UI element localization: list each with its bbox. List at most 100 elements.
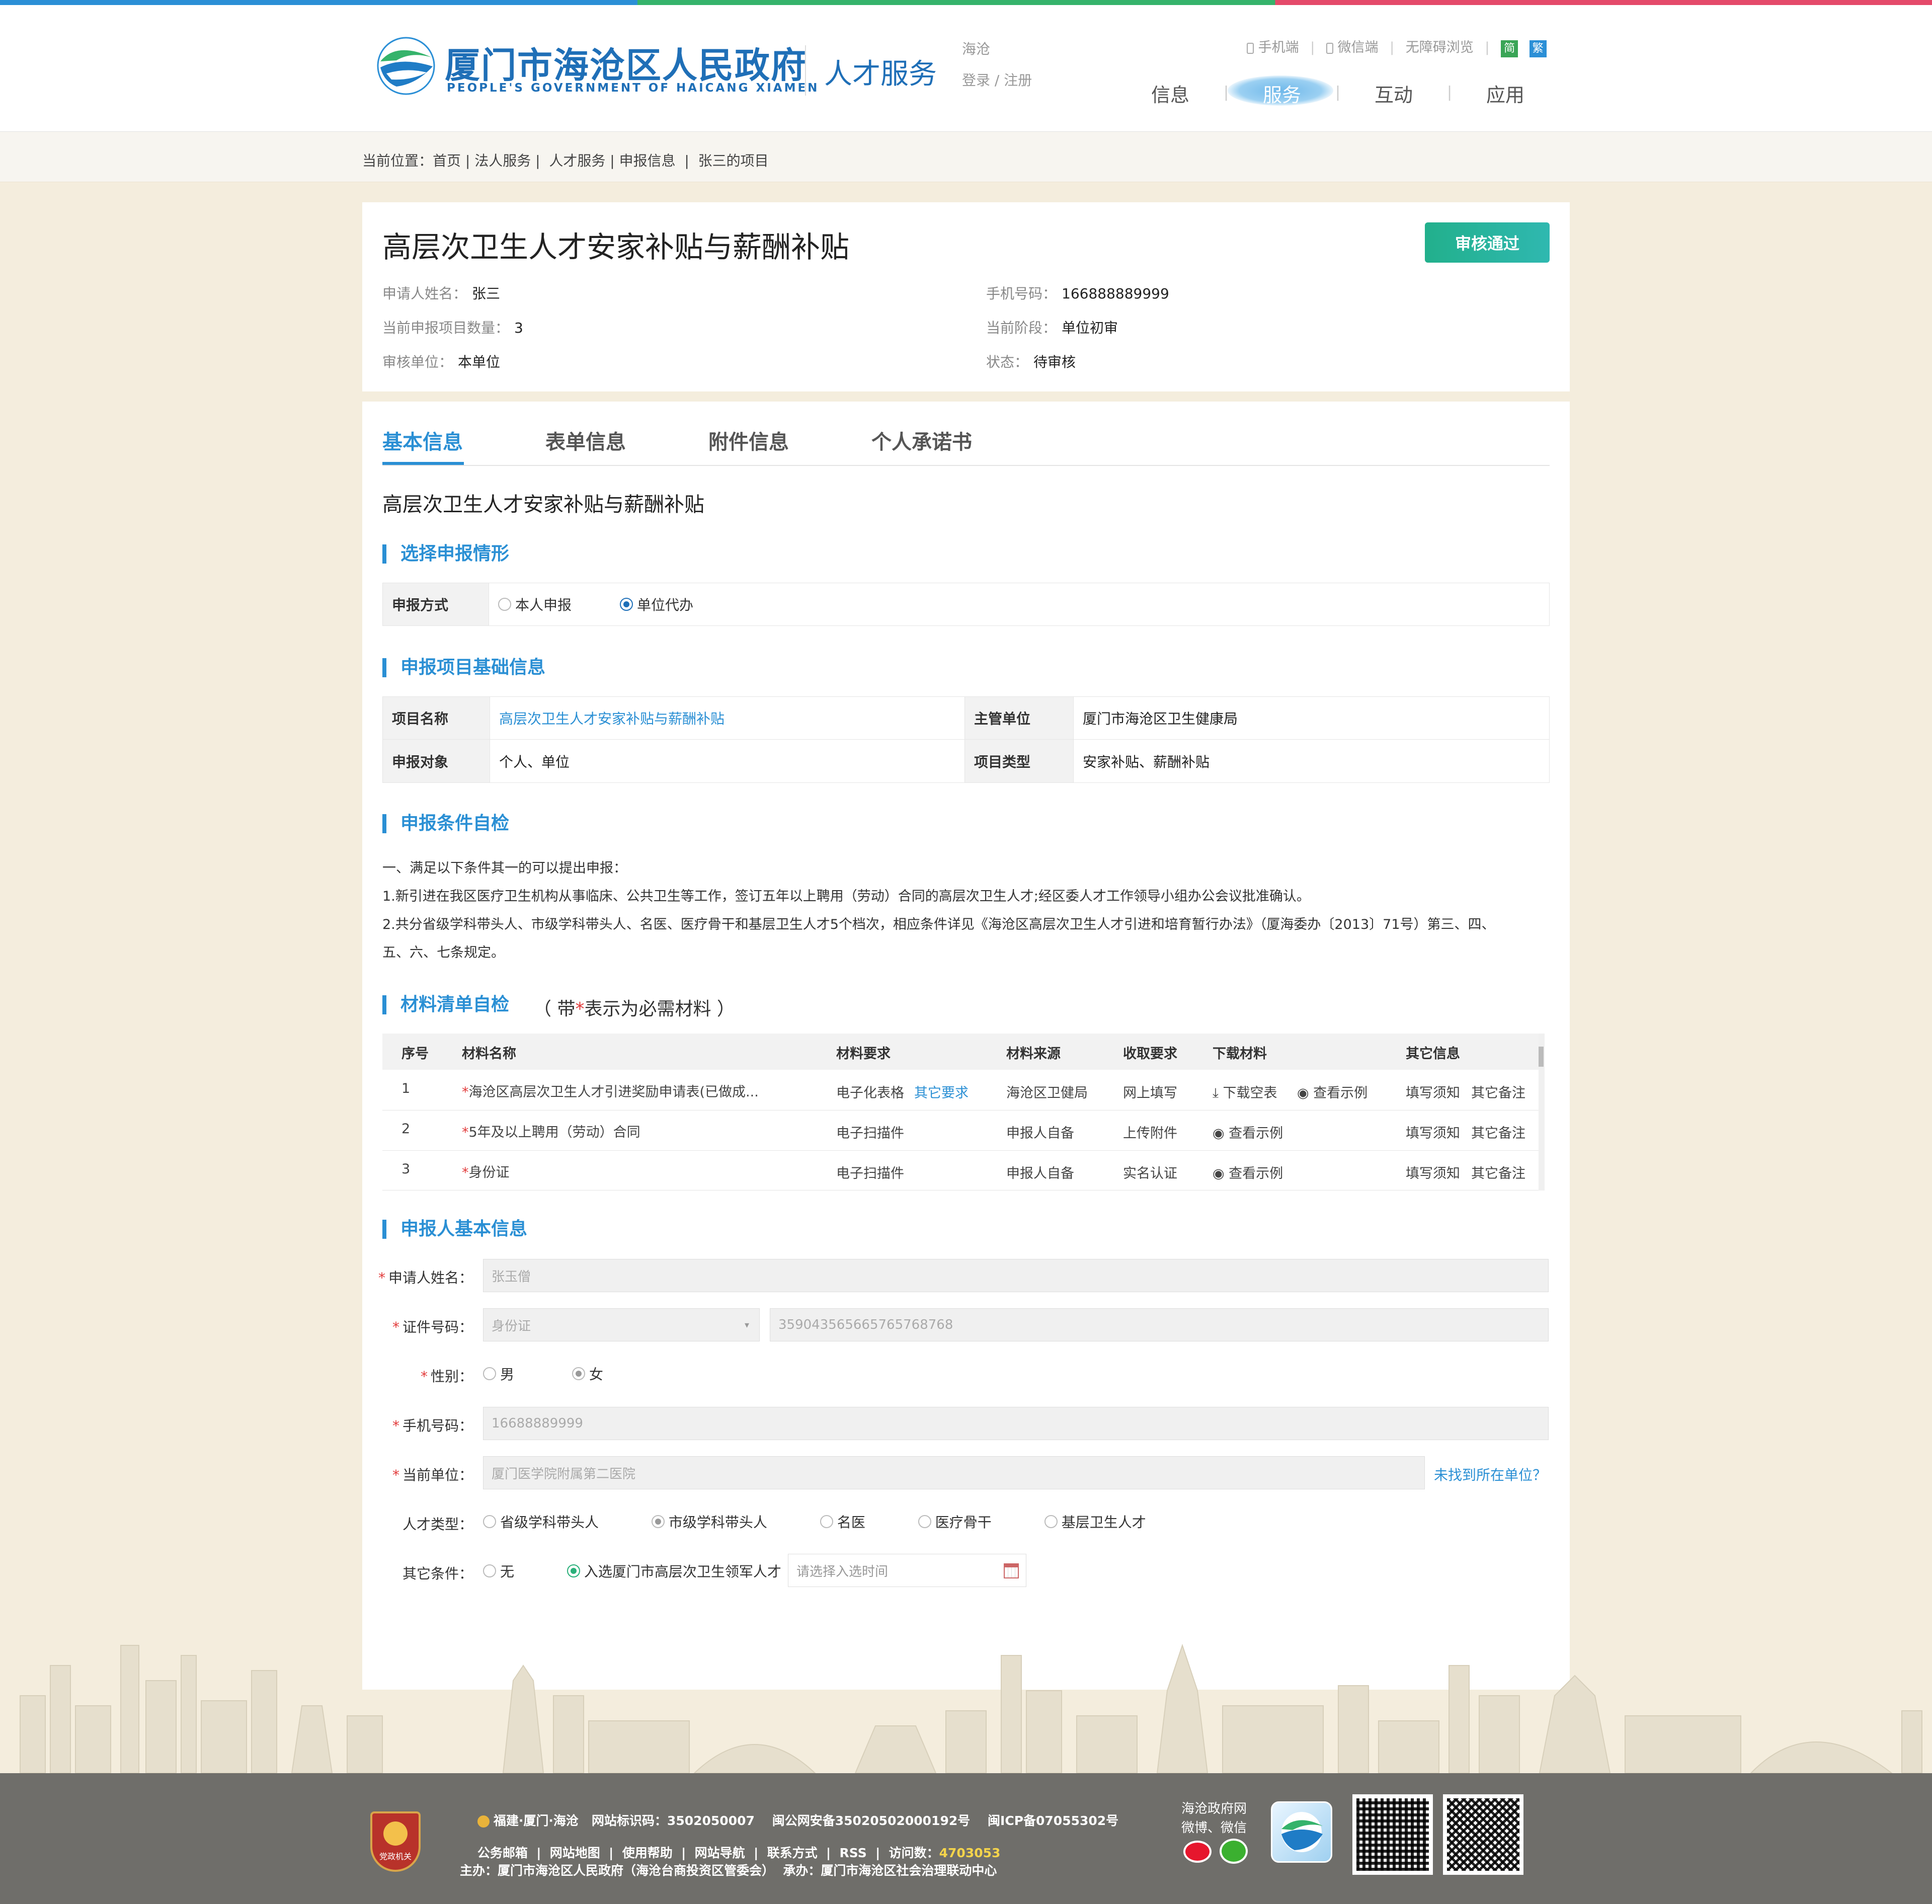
app-logo-icon[interactable] — [1271, 1801, 1332, 1863]
radio-talent-famous-doctor[interactable]: 名医 — [820, 1512, 865, 1532]
radio-talent-backbone[interactable]: 医疗骨干 — [918, 1512, 992, 1532]
login-link[interactable]: 登录 — [962, 72, 990, 89]
section-title-situation: 选择申报情形 — [382, 544, 509, 564]
top-links: 手机端 | 微信端 | 无障碍浏览 | 简 繁 — [1247, 36, 1547, 57]
approve-button[interactable]: 审核通过 — [1425, 222, 1550, 263]
row3-view-example-link[interactable]: ◉ 查看示例 — [1213, 1162, 1283, 1182]
breadcrumb-bar: 当前位置：首页 | 法人服务 | 人才服务 | 申报信息 | 张三的项目 — [0, 132, 1932, 182]
calendar-icon[interactable] — [1004, 1563, 1019, 1578]
simplified-button[interactable]: 简 — [1501, 40, 1518, 57]
applicant-name-label: * 申请人姓名： — [378, 1270, 473, 1286]
tab-basic-info[interactable]: 基本信息 — [382, 426, 463, 455]
col-header-collect: 收取要求 — [1123, 1046, 1177, 1062]
download-blank-link[interactable]: ⤓ 下载空表 — [1213, 1082, 1277, 1101]
col-header-name: 材料名称 — [462, 1046, 516, 1062]
unit-not-found-link[interactable]: 未找到所在单位？ — [1434, 1464, 1547, 1484]
row1-name[interactable]: *海沧区高层次卫生人才引进奖励申请表(已做成... — [462, 1081, 759, 1100]
applicant-name-field[interactable]: 张玉僧 — [483, 1259, 1549, 1292]
nav-item-info[interactable]: 信息 — [1151, 80, 1189, 107]
phone-field[interactable]: 16688889999 — [483, 1407, 1549, 1440]
condition-line: 2.共分省级学科带头人、市级学科带头人、名医、医疗骨干和基层卫生人才5个档次，相… — [382, 917, 1495, 932]
radio-female[interactable]: 女 — [572, 1364, 603, 1384]
talent-type-label: 人才类型： — [402, 1516, 473, 1533]
selection-date-picker[interactable]: 请选择入选时间 — [788, 1554, 1026, 1587]
other-conditions-label: 其它条件： — [402, 1565, 473, 1582]
radio-male[interactable]: 男 — [483, 1364, 514, 1384]
section-title-applicant: 申报人基本信息 — [382, 1220, 527, 1239]
radio-self-declare[interactable]: 本人申报 — [498, 594, 572, 614]
mobile-icon — [1247, 42, 1254, 54]
target-value: 个人、单位 — [490, 740, 965, 783]
current-unit-field[interactable]: 厦门医学院附属第二医院 — [483, 1456, 1425, 1489]
chevron-down-icon: ▾ — [744, 1319, 749, 1330]
project-name-link[interactable]: 高层次卫生人才安家补贴与薪酬补贴 — [490, 696, 965, 740]
materials-table — [382, 1034, 1545, 1191]
summary-stage: 当前阶段： 单位初审 — [986, 320, 1118, 336]
gov-logo[interactable] — [376, 36, 436, 96]
label-project-name: 项目名称 — [382, 696, 490, 740]
project-type-value: 安家补贴、薪酬补贴 — [1074, 740, 1550, 783]
tab-form-info[interactable]: 表单信息 — [545, 426, 626, 455]
col-header-requirement: 材料要求 — [836, 1046, 891, 1062]
title-divider — [805, 45, 806, 96]
mobile-link[interactable]: 手机端 — [1258, 40, 1299, 55]
row1-view-example-link[interactable]: ◉ 查看示例 — [1297, 1082, 1367, 1101]
radio-other-none[interactable]: 无 — [483, 1561, 514, 1581]
id-number-field[interactable]: 35904356566576576876​8 — [770, 1308, 1549, 1341]
materials-note: （ 带*表示为必需材料 ） — [533, 999, 735, 1019]
summary-review-unit: 审核单位： 本单位 — [382, 354, 501, 370]
row3-fill-notice-link[interactable]: 填写须知 — [1406, 1162, 1460, 1182]
channel-title: 人才服务 — [824, 58, 937, 91]
nav-item-apps[interactable]: 应用 — [1486, 80, 1524, 107]
radio-unit-declare[interactable]: 单位代办 — [620, 594, 693, 614]
breadcrumb[interactable]: 当前位置：首页 | 法人服务 | 人才服务 | 申报信息 | 张三的项目 — [362, 150, 769, 170]
col-header-source: 材料来源 — [1006, 1046, 1061, 1062]
party-gov-badge[interactable]: 党政机关 — [370, 1811, 421, 1872]
register-link[interactable]: 注册 — [1004, 72, 1032, 89]
row2-other-notes-link[interactable]: 其它备注 — [1471, 1122, 1525, 1142]
radio-other-leader[interactable]: 入选厦门市高层次卫生领军人才 — [567, 1561, 781, 1581]
materials-table-header-bg — [382, 1034, 1540, 1070]
tab-commitment[interactable]: 个人承诺书 — [871, 426, 972, 455]
download-icon: ⤓ — [1213, 1085, 1219, 1101]
row1-fill-notice-link[interactable]: 填写须知 — [1406, 1082, 1460, 1101]
visit-count: 4703053 — [939, 1846, 1001, 1860]
eye-icon: ◉ — [1213, 1126, 1225, 1141]
other-requirement-link[interactable]: 其它要求 — [914, 1085, 969, 1101]
project-heading: 高层次卫生人才安家补贴与薪酬补贴 — [382, 493, 704, 516]
label-target: 申报对象 — [382, 740, 490, 783]
row2-no: 2 — [401, 1121, 411, 1137]
gender-label: * 性别： — [420, 1368, 473, 1385]
row2-name[interactable]: *5年及以上聘用（劳动）合同 — [462, 1121, 640, 1141]
table-scrollbar-thumb[interactable] — [1539, 1047, 1544, 1067]
wechat-icon[interactable] — [1220, 1839, 1248, 1864]
row3-name[interactable]: *身份证 — [462, 1161, 510, 1181]
site-header: 厦门市海沧区人民政府 PEOPLE'S GOVERNMENT OF HAICAN… — [0, 5, 1932, 132]
weibo-icon[interactable] — [1183, 1841, 1212, 1863]
radio-talent-provincial[interactable]: 省级学科带头人 — [483, 1512, 599, 1532]
label-project-type: 项目类型 — [965, 740, 1074, 783]
site-subtitle: PEOPLE'S GOVERNMENT OF HAICANG XIAMEN — [447, 82, 820, 95]
radio-talent-city[interactable]: 市级学科带头人 — [651, 1512, 767, 1532]
row1-other-notes-link[interactable]: 其它备注 — [1471, 1082, 1525, 1101]
nav-item-service[interactable]: 服务 — [1263, 80, 1301, 107]
row2-fill-notice-link[interactable]: 填写须知 — [1406, 1122, 1460, 1142]
wechat-phone-icon — [1326, 42, 1333, 54]
city-skyline-illustration — [20, 1643, 1922, 1773]
other-conditions-options: 无 入选厦门市高层次卫生领军人才 — [483, 1561, 781, 1581]
id-type-select[interactable]: 身份证 ▾ — [483, 1308, 760, 1341]
table-scrollbar[interactable] — [1539, 1034, 1545, 1191]
accessibility-link[interactable]: 无障碍浏览 — [1406, 40, 1474, 55]
row3-other-notes-link[interactable]: 其它备注 — [1471, 1162, 1525, 1182]
row3-collect: 实名认证 — [1123, 1166, 1177, 1181]
radio-talent-grassroots[interactable]: 基层卫生人才 — [1044, 1512, 1146, 1532]
traditional-button[interactable]: 繁 — [1529, 40, 1547, 57]
wechat-link[interactable]: 微信端 — [1337, 40, 1378, 55]
row3-source: 申报人自备 — [1006, 1166, 1074, 1181]
tab-attachment-info[interactable]: 附件信息 — [708, 426, 789, 455]
row2-view-example-link[interactable]: ◉ 查看示例 — [1213, 1122, 1283, 1142]
top-color-bar — [0, 0, 1932, 5]
row2-collect: 上传附件 — [1123, 1126, 1177, 1141]
condition-line: 1.新引进在我区医疗卫生机构从事临床、公共卫生等工作，签订五年以上聘用（劳动）合… — [382, 889, 1310, 904]
nav-item-interact[interactable]: 互动 — [1375, 80, 1413, 107]
